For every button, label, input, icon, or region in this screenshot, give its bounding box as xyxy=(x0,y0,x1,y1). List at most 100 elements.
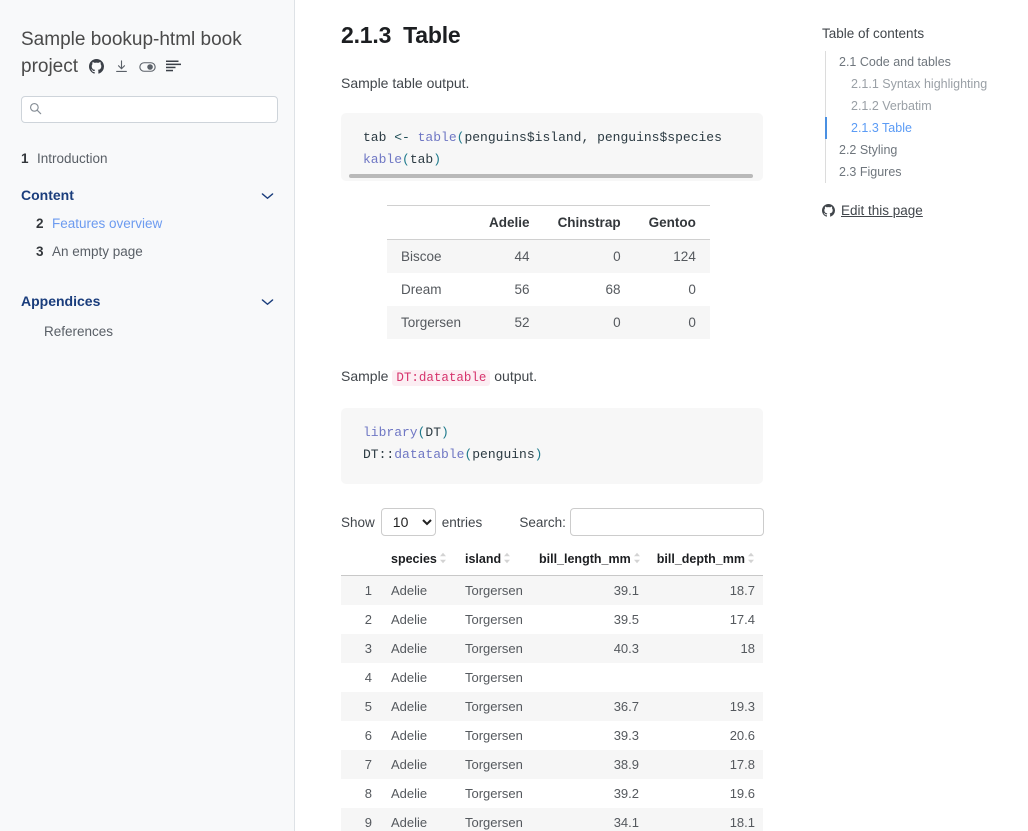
chevron-down-icon[interactable] xyxy=(261,180,274,210)
table-row: 5 Adelie Torgersen 36.7 19.3 xyxy=(341,692,763,722)
chapter-number: 2 xyxy=(36,216,44,231)
table-row: Dream 56 68 0 xyxy=(387,273,710,306)
paragraph-sample-table: Sample table output. xyxy=(341,75,470,91)
show-label: Show xyxy=(341,514,375,530)
sidebar-search xyxy=(21,96,278,123)
edit-this-page-link[interactable]: Edit this page xyxy=(822,203,1018,218)
cell-bill-length-mm: 39.1 xyxy=(531,575,647,606)
datatable-widget: Show 10 25 50 100 entries Search: xyxy=(341,508,764,831)
cell-adelie: 52 xyxy=(475,306,544,340)
datatable-length-control: Show 10 25 50 100 entries xyxy=(341,508,482,536)
cell-index: 2 xyxy=(364,612,372,628)
row-label: Dream xyxy=(401,282,442,297)
download-icon[interactable] xyxy=(114,59,129,74)
sort-arrows-icon[interactable] xyxy=(747,552,755,567)
sidebar-item-introduction[interactable]: 1 Introduction xyxy=(21,145,274,173)
cell-index: 3 xyxy=(341,634,383,664)
code-token: penguins xyxy=(472,447,535,462)
search-input[interactable] xyxy=(21,96,278,123)
cell-index: 7 xyxy=(341,750,383,780)
sort-arrows-icon[interactable] xyxy=(503,552,511,567)
row-label: Torgersen xyxy=(387,306,476,340)
table-row: 8 Adelie Torgersen 39.2 19.6 xyxy=(341,779,763,808)
entries-label: entries xyxy=(441,514,483,530)
cell-species: Adelie xyxy=(391,612,428,628)
page-length-select[interactable]: 10 25 50 100 xyxy=(380,508,436,536)
chapter-number: 1 xyxy=(21,151,29,166)
paragraph-sample-dt: Sample DT:datatable output. xyxy=(341,366,763,389)
datatable-col-species[interactable]: species xyxy=(383,546,457,577)
toc-item[interactable]: 2.1 Code and tables xyxy=(825,51,1018,73)
code-horizontal-scrollbar[interactable] xyxy=(349,174,753,178)
sort-arrows-icon[interactable] xyxy=(633,552,641,567)
sidebar-part-content[interactable]: Content xyxy=(21,180,274,210)
code-token: datatable xyxy=(394,447,465,462)
code-token: kable xyxy=(363,152,403,167)
chapter-number: 3 xyxy=(36,244,44,259)
cell-species: Adelie xyxy=(383,750,457,780)
col-label: bill_length_mm xyxy=(539,552,631,566)
inline-code-dt-datatable: DT:datatable xyxy=(392,370,491,386)
cell-bill-length-mm: 39.2 xyxy=(613,786,639,802)
datatable-col-bill-depth-mm[interactable]: bill_depth_mm xyxy=(647,546,763,577)
cell-index: 8 xyxy=(364,786,372,802)
title-icon-group xyxy=(89,59,182,74)
col-label: species xyxy=(391,552,437,566)
kable-table-wrapper: Adelie Chinstrap Gentoo Biscoe 44 0 124 xyxy=(341,205,763,340)
sort-arrows-icon[interactable] xyxy=(439,552,447,567)
cell-index: 5 xyxy=(341,692,383,722)
code-token: penguins$island, penguins$species xyxy=(464,130,722,145)
sidebar-part-appendices[interactable]: Appendices xyxy=(21,286,274,316)
font-settings-icon[interactable] xyxy=(166,60,182,74)
cell-bill-length-mm: 38.9 xyxy=(531,750,647,780)
toc-item[interactable]: 2.1.2 Verbatim xyxy=(825,95,1018,117)
code-token: ) xyxy=(441,425,449,440)
cell-bill-length-mm: 40.3 xyxy=(531,634,647,664)
code-block-kable: tab <- table (penguins$island, penguins$s… xyxy=(341,113,763,181)
table-row: 1 Adelie Torgersen 39.1 18.7 xyxy=(341,575,763,606)
datatable-col-island[interactable]: island xyxy=(457,546,531,577)
datatable-search-input[interactable] xyxy=(569,508,764,536)
kable-col-chinstrap: Chinstrap xyxy=(543,205,635,240)
col-label: island xyxy=(465,552,502,566)
toc-item[interactable]: 2.2 Styling xyxy=(825,139,1018,161)
sidebar-item-references[interactable]: References xyxy=(21,318,274,346)
cell-bill-length-mm: 39.5 xyxy=(613,612,639,628)
cell-bill-depth-mm: 17.4 xyxy=(729,612,755,628)
datatable-head: species island bill_length_mm bill_depth… xyxy=(341,546,763,577)
table-row: 2 Adelie Torgersen 39.5 17.4 xyxy=(341,605,763,634)
sidebar-item-features-overview[interactable]: 2 Features overview xyxy=(21,210,274,238)
datatable-col-bill-length-mm[interactable]: bill_length_mm xyxy=(531,546,647,577)
datatable-col-index[interactable] xyxy=(341,546,383,577)
cell-island: Torgersen xyxy=(465,670,523,686)
sidebar-item-an-empty-page[interactable]: 3 An empty page xyxy=(21,238,274,266)
cell-adelie: 44 xyxy=(514,249,530,264)
datatable-search-control: Search: xyxy=(519,508,764,536)
col-label: bill_depth_mm xyxy=(656,552,745,566)
github-icon[interactable] xyxy=(89,59,105,74)
cell-bill-depth-mm: 17.8 xyxy=(647,750,763,780)
code-text: library(DT) DT::datatable(penguins) xyxy=(363,422,763,466)
cell-index: 1 xyxy=(341,575,383,606)
contrast-toggle-icon[interactable] xyxy=(139,60,157,74)
sidebar-item-label: References xyxy=(44,324,114,339)
toc-item[interactable]: 2.3 Figures xyxy=(825,161,1018,183)
toc-title: Table of contents xyxy=(822,26,925,41)
cell-species: Adelie xyxy=(383,575,457,606)
code-token: ) xyxy=(433,152,442,167)
cell-bill-depth-mm: 18.1 xyxy=(647,808,763,831)
toc-item[interactable]: 2.1.3 Table xyxy=(825,117,1018,139)
code-text: tab <- table (penguins$island, penguins$s… xyxy=(363,127,763,171)
sidebar-item-label: Introduction xyxy=(37,151,108,166)
cell-chinstrap: 68 xyxy=(605,282,621,297)
sidebar-part-label: Content xyxy=(21,187,74,203)
cell-index: 9 xyxy=(341,808,383,831)
chevron-down-icon[interactable] xyxy=(261,286,274,316)
cell-gentoo: 0 xyxy=(634,306,710,340)
main-content: 2.1.3 Table Sample table output. tab <- t… xyxy=(295,0,810,831)
cell-bill-depth-mm: 20.6 xyxy=(729,728,755,744)
cell-species: Adelie xyxy=(391,728,428,744)
cell-index: 4 xyxy=(364,670,372,686)
toc-item[interactable]: 2.1.1 Syntax highlighting xyxy=(825,73,1018,95)
table-header-row: Adelie Chinstrap Gentoo xyxy=(387,205,710,240)
